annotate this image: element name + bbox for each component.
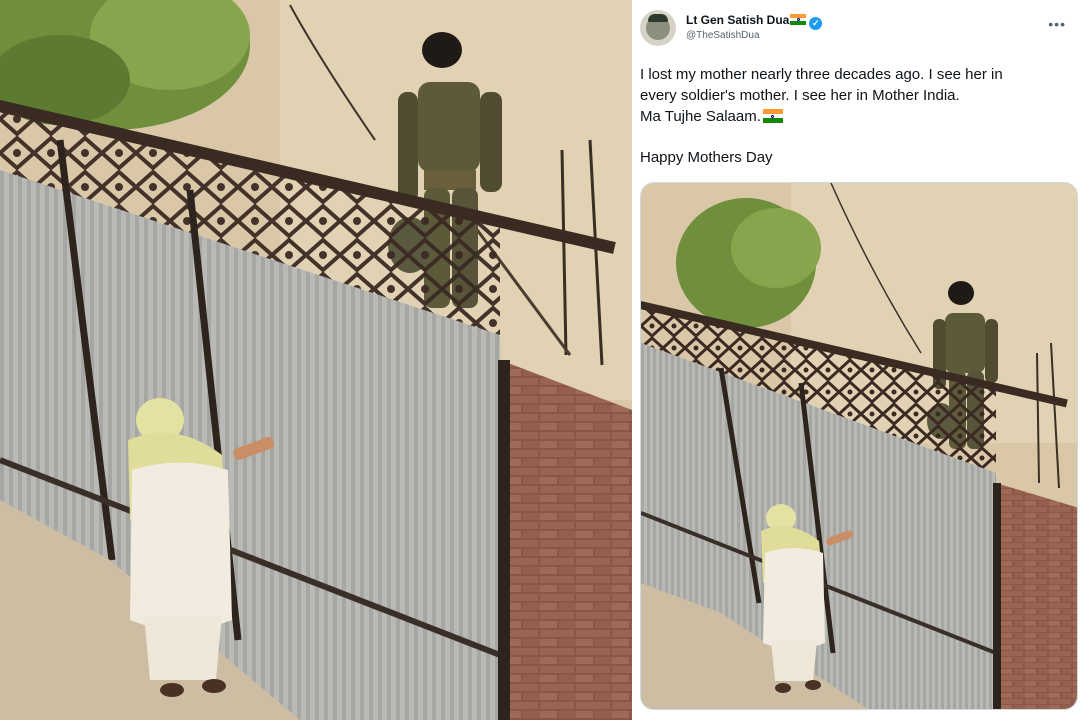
tweet-line-1: I lost my mother nearly three decades ag…	[640, 66, 1003, 83]
verified-badge-icon: ✓	[809, 17, 823, 30]
tweet-card: Lt Gen Satish Dua ✓ @TheSatishDua ••• I l…	[632, 0, 1080, 720]
composite-image: Lt Gen Satish Dua ✓ @TheSatishDua ••• I l…	[0, 0, 1080, 720]
user-handle[interactable]: @TheSatishDua	[686, 30, 760, 41]
avatar-cap	[648, 14, 668, 22]
display-name-text: Lt Gen Satish Dua	[686, 13, 790, 27]
india-flag-icon	[762, 109, 783, 123]
tweet-photo[interactable]	[640, 182, 1078, 710]
tweet-text: I lost my mother nearly three decades ag…	[640, 64, 1070, 168]
photo-soldier-and-mother	[0, 0, 632, 720]
more-icon[interactable]: •••	[1048, 16, 1066, 32]
tweet-line-3: Ma Tujhe Salaam.	[640, 106, 1070, 127]
india-flag-icon	[790, 14, 807, 25]
avatar[interactable]	[640, 10, 676, 46]
tweet-header: Lt Gen Satish Dua ✓ @TheSatishDua •••	[640, 10, 1072, 50]
tweet-line-3-text: Ma Tujhe Salaam.	[640, 108, 761, 125]
tweet-line-4: Happy Mothers Day	[640, 149, 773, 166]
tweet-line-2: every soldier's mother. I see her in Mot…	[640, 87, 960, 104]
display-name[interactable]: Lt Gen Satish Dua ✓	[686, 13, 823, 30]
